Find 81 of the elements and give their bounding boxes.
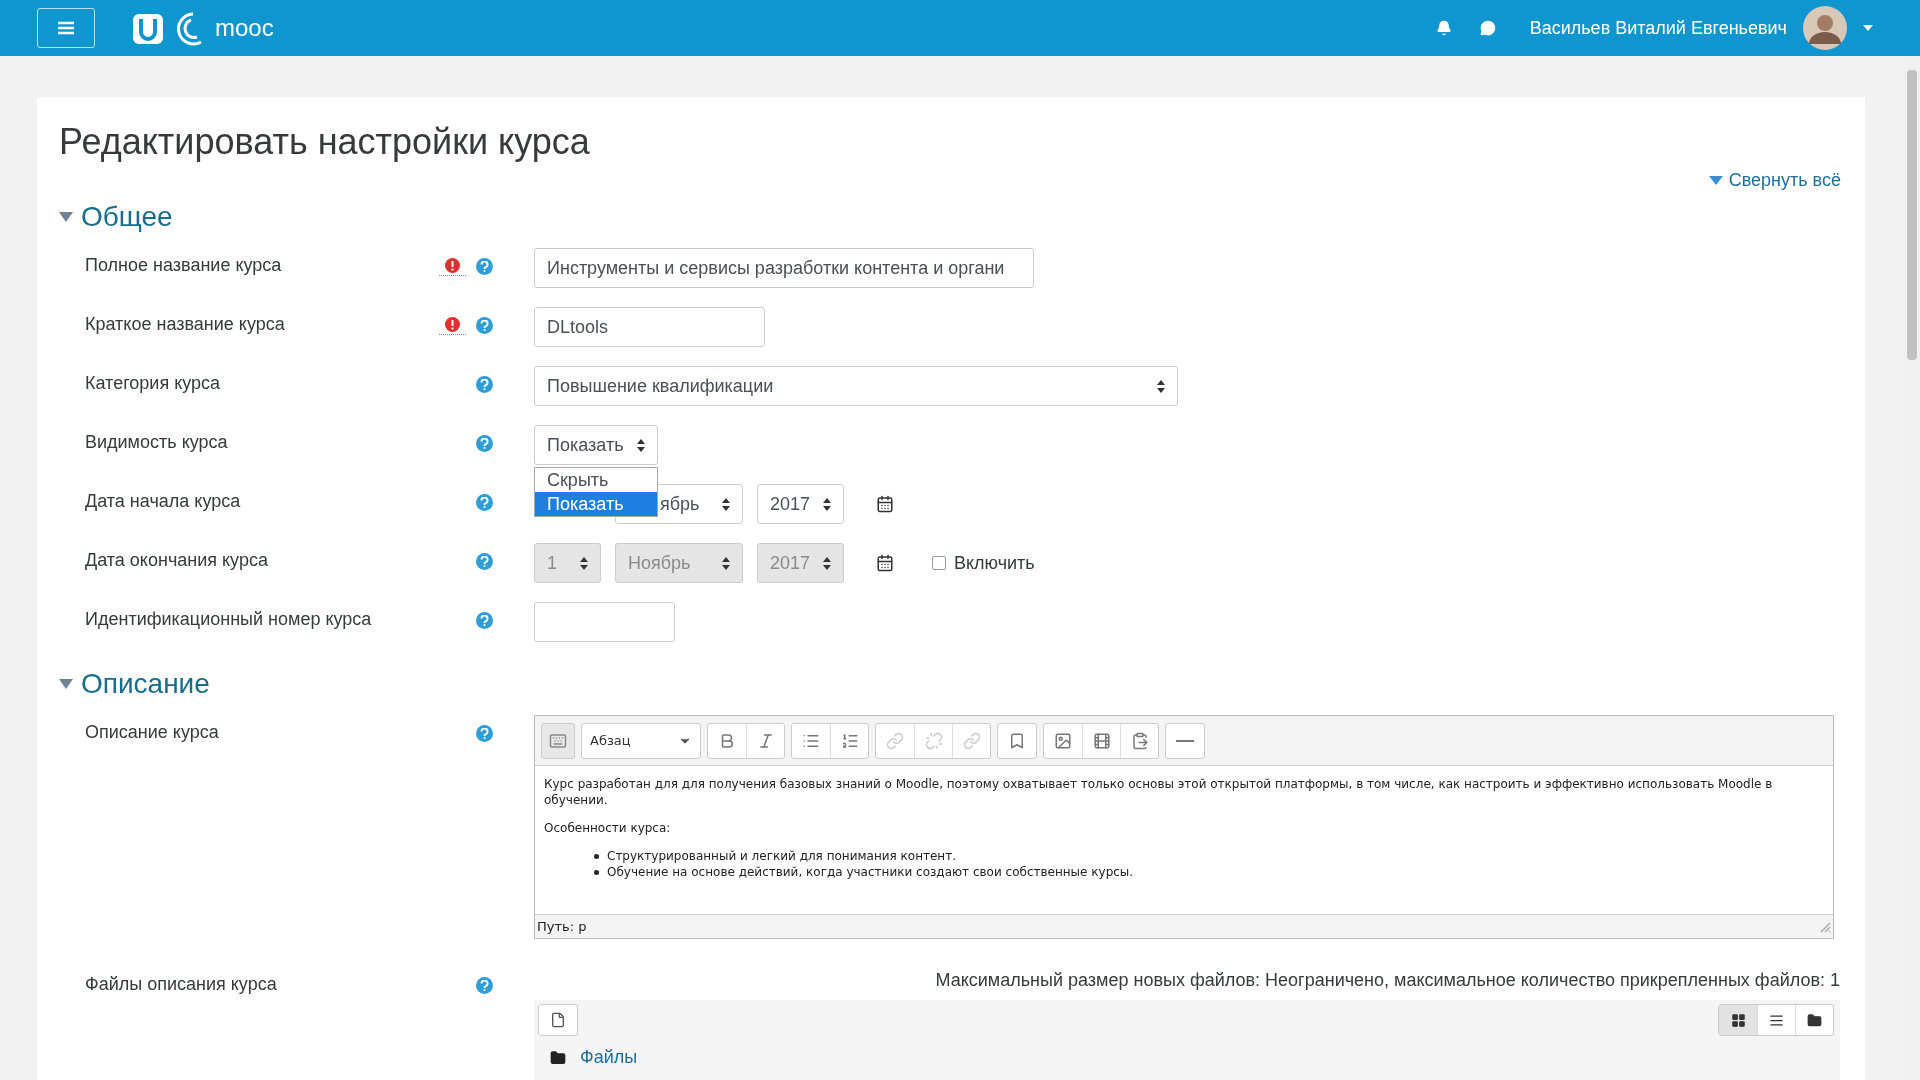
help-icon[interactable]	[476, 612, 493, 629]
help-icon[interactable]	[476, 258, 493, 275]
list-item: Обучение на основе действий, когда участники создают свои собственные курсы.	[607, 864, 1134, 880]
menu-icon	[58, 21, 74, 35]
field-label: Категория курса	[85, 372, 221, 395]
list-item: Структурированный и легкий для понимания контент.	[607, 848, 956, 864]
image-icon	[1054, 731, 1072, 750]
grid-icon	[1730, 1012, 1746, 1028]
paragraph: Курс разработан для для получения базовых знаний о Moodle, поэтому охватывает только основы этой открытой платформы, в том числе, как настроить и эффективно использовать Moodle в обучении.	[544, 776, 1774, 808]
help-icon[interactable]	[476, 725, 493, 742]
help-icon[interactable]	[476, 376, 493, 393]
field-label: Видимость курса	[85, 431, 228, 454]
text-field[interactable]	[534, 602, 675, 642]
user-name[interactable]: Васильев Виталий Евгеньевич	[1529, 14, 1787, 42]
visibility-select[interactable]: Показать	[534, 425, 658, 465]
link-icon	[962, 731, 981, 750]
toolbar-toggle-button[interactable]	[541, 722, 575, 759]
bookmark-icon	[1008, 731, 1026, 750]
field-label: Дата начала курса	[85, 490, 241, 513]
text-field[interactable]: DLtools	[534, 307, 765, 347]
site-name[interactable]: mooc	[215, 10, 274, 46]
list-icon	[1769, 1012, 1784, 1028]
sort-arrows-icon	[637, 438, 645, 452]
required-icon	[444, 258, 460, 273]
calendar-icon[interactable]	[876, 495, 894, 513]
video-icon	[1092, 731, 1111, 750]
help-icon[interactable]	[476, 553, 493, 570]
grid-view-button[interactable]	[1719, 1005, 1757, 1035]
dropdown-option[interactable]: Показать	[535, 492, 657, 516]
help-icon[interactable]	[476, 494, 493, 511]
line-icon	[1176, 739, 1194, 742]
field-label: Описание курса	[85, 721, 219, 744]
avatar[interactable]	[1803, 6, 1847, 50]
field-label: Дата окончания курса	[85, 549, 268, 572]
select-field[interactable]: Повышение квалификации	[534, 366, 1178, 406]
calendar-icon[interactable]	[876, 554, 894, 572]
numbered-list-icon	[840, 731, 859, 750]
section-header[interactable]: Описание	[59, 663, 1843, 705]
folder-link[interactable]: Файлы	[580, 1044, 638, 1071]
caret-icon	[1708, 176, 1723, 185]
sort-arrows-icon	[823, 497, 831, 511]
field-label: Полное название курса	[85, 254, 282, 277]
paragraph: Особенности курса:	[544, 820, 672, 836]
file-icon	[550, 1012, 566, 1028]
keyboard-icon	[549, 731, 567, 750]
sort-arrows-icon	[722, 556, 730, 570]
menu-button[interactable]	[37, 8, 95, 48]
help-icon[interactable]	[476, 977, 493, 994]
collapse-caret-icon	[59, 679, 73, 689]
checkbox-label: Включить	[954, 551, 1035, 575]
required-icon	[444, 317, 460, 332]
page-title: Редактировать настройки курса	[59, 120, 591, 164]
date-select[interactable]: 2017	[757, 484, 844, 524]
field-label: Идентификационный номер курса	[85, 608, 372, 631]
notification-icon[interactable]	[1435, 20, 1452, 36]
element-path: Путь: p	[537, 917, 587, 936]
folder-icon	[1807, 1012, 1822, 1028]
field-label: Файлы описания курса	[85, 973, 277, 996]
help-icon[interactable]	[476, 317, 493, 334]
bullet-icon	[594, 853, 599, 859]
section-header[interactable]: Общее	[59, 196, 1843, 238]
link-icon	[886, 731, 904, 750]
folder-icon	[550, 1049, 566, 1066]
caret-icon[interactable]	[1863, 25, 1873, 31]
sort-arrows-icon	[823, 556, 831, 570]
format-dropdown[interactable]: Абзац	[581, 722, 701, 759]
help-icon[interactable]	[476, 435, 493, 452]
field-label: Краткое название курса	[85, 313, 285, 336]
sort-arrows-icon	[580, 556, 588, 570]
sort-arrows-icon	[722, 497, 730, 511]
text-field[interactable]: Инструменты и сервисы разработки контента и органи	[534, 248, 1034, 288]
resize-handle-icon[interactable]	[1819, 920, 1831, 933]
bullet-icon	[594, 869, 599, 875]
unlink-icon	[924, 731, 943, 750]
collapse-all-link[interactable]: Свернуть всё	[1708, 167, 1841, 194]
file-limits-text: Максимальный размер новых файлов: Неограничено, максимальное количество прикрепленных файлов: 1	[935, 969, 1840, 992]
paste-icon	[1130, 731, 1149, 750]
collapse-caret-icon	[59, 212, 73, 222]
add-file-button[interactable]	[538, 1004, 578, 1036]
sort-arrows-icon	[1157, 379, 1165, 393]
message-icon[interactable]	[1479, 20, 1496, 36]
